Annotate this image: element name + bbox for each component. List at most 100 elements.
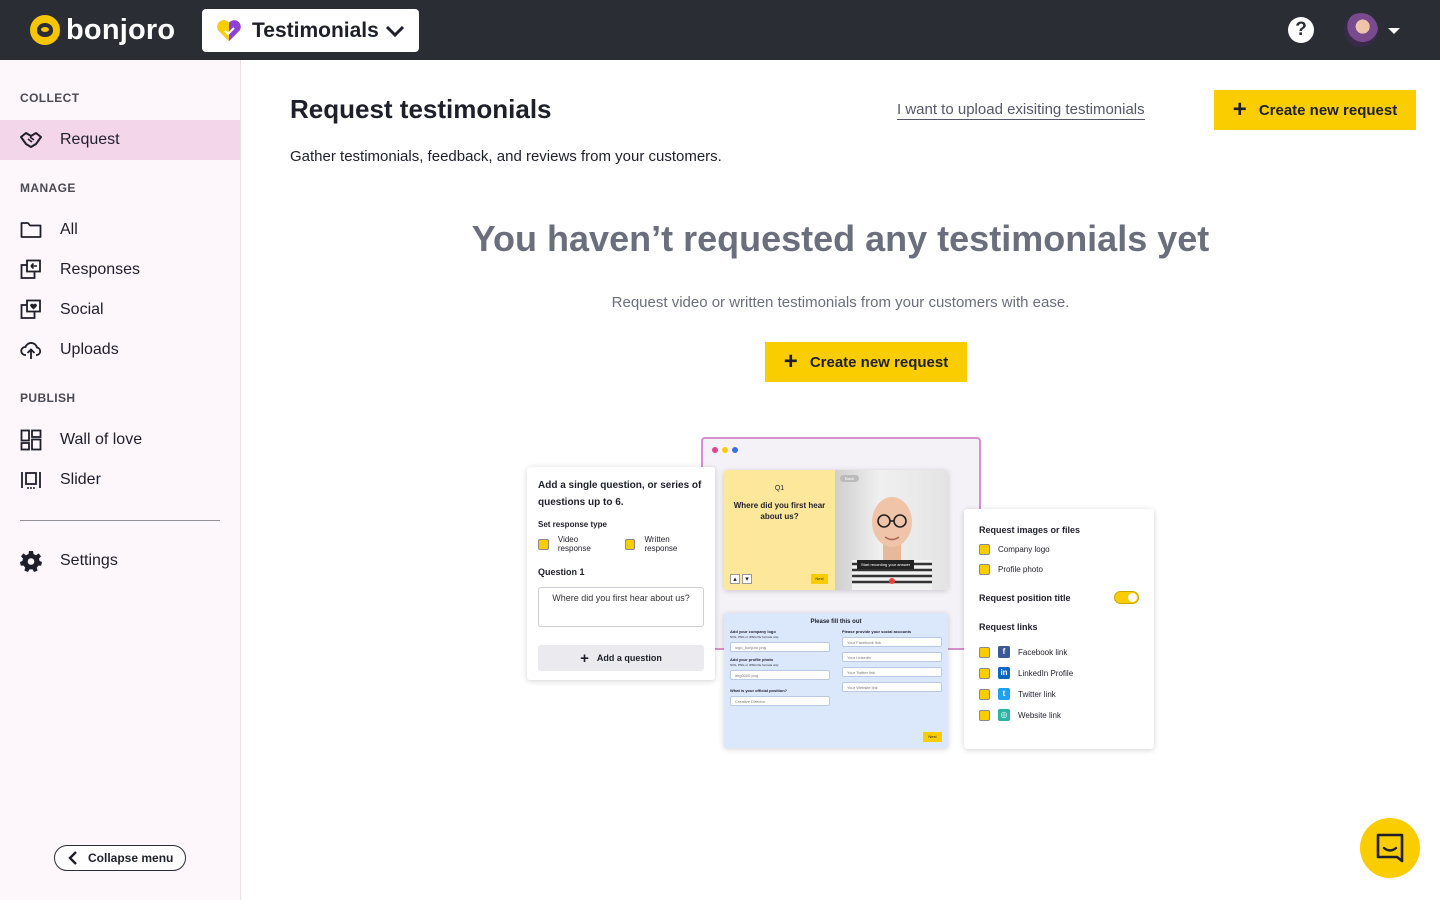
illustration-settings-card: Request images or files Company logo Pro… — [964, 509, 1154, 749]
photo-file-field: img0000.png — [730, 670, 830, 680]
facebook-label: Facebook link — [1018, 647, 1068, 657]
product-switcher[interactable]: Testimonials — [202, 9, 419, 52]
section-publish: PUBLISH — [20, 391, 76, 405]
logo-label: Add your company logo — [730, 629, 776, 634]
empty-create-request-button[interactable]: + Create new request — [765, 342, 967, 382]
response-type-options: Video response Written response — [538, 535, 704, 553]
linkedin-icon: in — [998, 667, 1010, 679]
twitter-label: Twitter link — [1018, 689, 1056, 699]
person-silhouette-icon — [852, 497, 932, 590]
social-label: Please provide your social accounts — [842, 629, 912, 634]
form-right-column: Please provide your social accounts Your… — [842, 629, 942, 706]
form-left-column: Add your company logo SVG, PNG or JPEG f… — [730, 629, 830, 706]
product-name: Testimonials — [252, 18, 379, 42]
video-next-button: Next — [811, 574, 828, 584]
profile-photo-option: Profile photo — [979, 564, 1139, 575]
twitter-field: Your Twitter link — [842, 667, 942, 677]
sidebar-item-settings[interactable]: Settings — [0, 541, 240, 581]
position-title-row: Request position title — [979, 591, 1139, 604]
sidebar-divider — [20, 520, 220, 521]
user-avatar[interactable] — [1344, 13, 1378, 47]
facebook-icon: f — [998, 646, 1010, 658]
sidebar-item-label: Social — [60, 301, 104, 318]
create-new-request-button[interactable]: + Create new request — [1214, 90, 1416, 130]
testimonials-heart-icon — [217, 19, 241, 41]
facebook-checkbox — [979, 646, 990, 658]
sidebar-item-social[interactable]: Social — [0, 290, 240, 330]
video-response-checkbox — [538, 538, 549, 550]
written-response-label: Written response — [644, 535, 678, 553]
handshake-icon — [20, 132, 42, 148]
brand[interactable]: bonjoro — [30, 14, 175, 46]
response-type-label: Set response type — [538, 520, 607, 529]
facebook-field: Your Facebook link — [842, 637, 942, 647]
written-response-checkbox — [624, 538, 636, 550]
sidebar-item-request[interactable]: Request — [0, 120, 240, 160]
empty-state-subtitle: Request video or written testimonials fr… — [611, 294, 1070, 311]
gear-icon — [20, 551, 42, 572]
chat-launcher-button[interactable] — [1360, 818, 1420, 878]
question-1-box: Where did you first hear about us? — [538, 587, 704, 627]
form-next-button: Next — [923, 732, 942, 742]
up-down-arrows: ▴ ▾ — [730, 574, 752, 584]
question-card-heading: Add a single question, or series of ques… — [538, 480, 702, 508]
plus-icon: + — [580, 649, 589, 667]
website-option: ◎ Website link — [979, 709, 1139, 721]
section-manage: MANAGE — [20, 181, 76, 195]
question-number: Q1 — [774, 485, 785, 492]
sidebar-item-wall-of-love[interactable]: Wall of love — [0, 420, 240, 460]
page-title: Request testimonials — [290, 94, 552, 124]
linkedin-label: LinkedIn Profile — [1018, 668, 1074, 678]
images-title: Request images or files — [979, 525, 1081, 535]
position-title-label: Request position title — [979, 592, 1071, 603]
upload-existing-link[interactable]: I want to upload exisiting testimonials — [897, 101, 1145, 120]
logo-file-field: logo_bonjoro.png — [730, 642, 830, 652]
plus-icon: + — [1232, 96, 1247, 123]
create-request-label: Create new request — [809, 353, 949, 371]
arrow-down-icon: ▾ — [742, 574, 752, 584]
slider-icon — [21, 472, 41, 489]
video-question-text: Where did you first hear about us? — [733, 501, 826, 521]
top-bar: bonjoro Testimonials ? — [0, 0, 1440, 60]
linkedin-field: Your LinkedIn — [842, 652, 942, 662]
logo-hint: SVG, PNG or JPEG file formats only — [730, 635, 779, 639]
collapse-menu-button[interactable]: Collapse menu — [54, 845, 186, 871]
sidebar-item-responses[interactable]: Responses — [0, 250, 240, 290]
position-title-toggle — [1114, 591, 1139, 604]
record-dot-icon — [889, 578, 895, 584]
linkedin-checkbox — [979, 667, 990, 679]
chevron-down-icon — [385, 25, 405, 38]
sidebar-item-label: Slider — [60, 471, 101, 488]
create-request-label: Create new request — [1258, 101, 1398, 119]
video-question-panel: Q1 Where did you first hear about us? ▴ … — [724, 470, 835, 590]
company-logo-label: Company logo — [998, 545, 1050, 554]
video-preview-panel: Back Start recording your answer — [835, 470, 948, 590]
profile-photo-checkbox — [979, 564, 990, 575]
question-1-label: Question 1 — [538, 567, 585, 577]
sidebar: COLLECT Request MANAGE All Responses Soc… — [0, 60, 241, 900]
responses-icon — [20, 259, 41, 279]
add-question-label: Add a question — [596, 653, 662, 663]
brand-name: bonjoro — [66, 13, 176, 46]
illustration-form-card: Please fill this out Add your company lo… — [724, 613, 948, 748]
sidebar-item-label: All — [60, 221, 78, 238]
empty-state-title: You haven’t requested any testimonials y… — [471, 218, 1210, 259]
sidebar-item-all[interactable]: All — [0, 210, 240, 250]
record-tooltip: Start recording your answer — [857, 560, 915, 569]
window-dots — [712, 447, 738, 453]
help-icon[interactable]: ? — [1288, 17, 1314, 43]
section-collect: COLLECT — [20, 91, 80, 105]
photo-hint: SVG, PNG or JPEG file formats only — [730, 663, 779, 667]
company-logo-option: Company logo — [979, 544, 1139, 555]
website-label: Website link — [1018, 710, 1061, 720]
caret-down-icon[interactable] — [1388, 28, 1400, 34]
sidebar-item-slider[interactable]: Slider — [0, 460, 240, 500]
sidebar-item-uploads[interactable]: Uploads — [0, 330, 240, 370]
twitter-checkbox — [979, 688, 990, 700]
website-checkbox — [979, 709, 990, 721]
page-subtitle: Gather testimonials, feedback, and revie… — [290, 148, 722, 165]
position-label: What is your official position? — [730, 688, 788, 693]
position-field: Creative Director — [730, 696, 830, 706]
illustration-question-card: Add a single question, or series of ques… — [527, 467, 715, 680]
chevron-left-icon — [68, 851, 77, 865]
